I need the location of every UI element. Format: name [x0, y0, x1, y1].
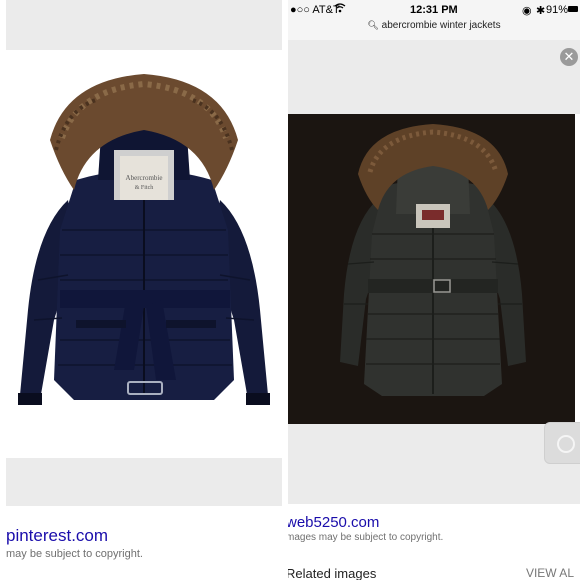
url-bar[interactable]: 🔍︎ abercrombie winter jackets [288, 20, 580, 40]
related-images-heading: Related images [288, 566, 377, 580]
source-link[interactable]: web5250.com [288, 514, 379, 531]
view-all-link[interactable]: VIEW AL [526, 566, 574, 580]
battery-label: 91% [546, 4, 569, 16]
lock-rotation-icon: ◉ [522, 5, 532, 17]
battery-icon [568, 6, 578, 12]
scroll-handle[interactable] [544, 422, 580, 464]
copyright-note: mages may be subject to copyright. [288, 532, 444, 543]
time-label: 12:31 PM [410, 4, 458, 16]
source-link[interactable]: pinterest.com [6, 526, 108, 546]
jacket-image-dark[interactable] [288, 114, 575, 424]
svg-text:Abercrombie: Abercrombie [126, 174, 163, 182]
search-query: abercrombie winter jackets [381, 20, 501, 31]
dark-jacket-illustration [340, 124, 526, 396]
search-icon: 🔍︎ [367, 20, 379, 30]
bluetooth-icon: ✱ [536, 5, 546, 17]
scroll-dot-icon [557, 435, 575, 453]
right-screenshot: ●○○ AT&T 12:31 PM ◉ ✱ 91% 🔍︎ abercrombie… [288, 0, 580, 580]
copyright-note: may be subject to copyright. [6, 548, 143, 560]
svg-text:& Fitch: & Fitch [135, 185, 154, 191]
image-viewer-header [288, 40, 580, 114]
bottom-gray-band [6, 458, 282, 506]
jacket-image-navy[interactable]: Abercrombie & Fitch [6, 50, 282, 458]
image-viewer-footer [288, 424, 580, 504]
status-bar: ●○○ AT&T 12:31 PM ◉ ✱ 91% [288, 0, 580, 20]
navy-jacket-illustration: Abercrombie & Fitch [18, 74, 270, 405]
left-screenshot: Abercrombie & Fitch pinterest.com may be… [0, 0, 286, 580]
close-icon[interactable]: ✕ [560, 48, 578, 66]
carrier-label: ●○○ AT&T [290, 4, 340, 16]
wifi-icon [334, 3, 346, 16]
top-gray-band [6, 0, 282, 50]
